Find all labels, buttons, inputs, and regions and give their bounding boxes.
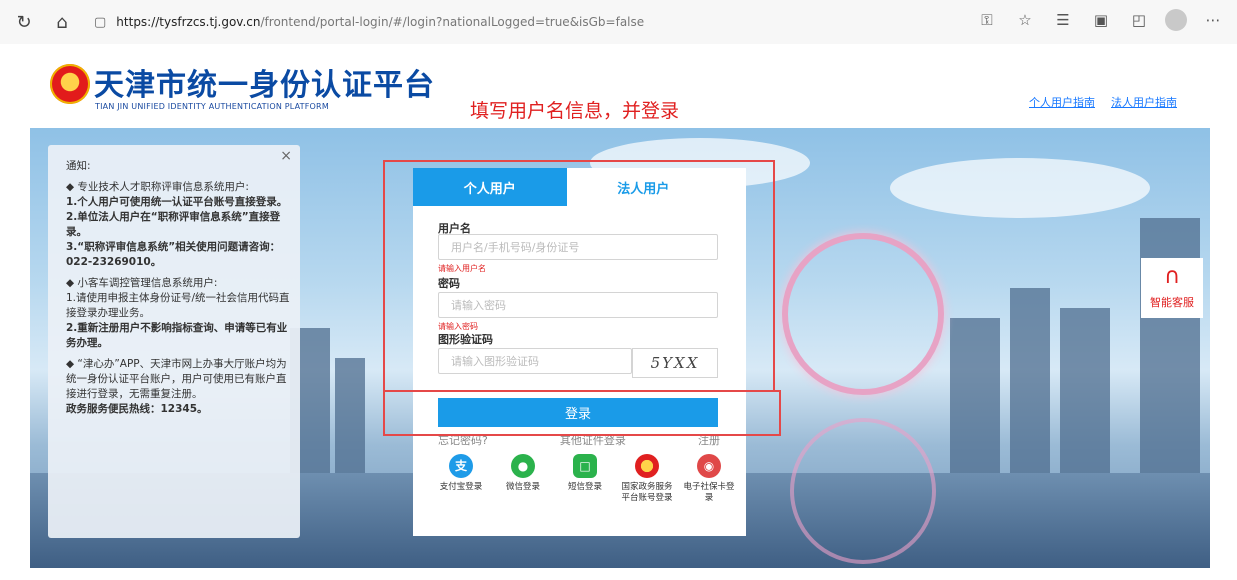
notice-section2-title: ◆ 小客车调控管理信息系统用户: [66, 277, 218, 289]
favorites-icon[interactable]: ☰ [1051, 8, 1075, 32]
browser-toolbar: ↻ ⌂ ▢ https://tysfrzcs.tj.gov.cn/fronten… [0, 0, 1237, 45]
address-bar[interactable]: ▢ https://tysfrzcs.tj.gov.cn/frontend/po… [94, 8, 644, 36]
home-icon[interactable]: ⌂ [48, 8, 76, 36]
notice-section1-title: ◆ 专业技术人才职称评审信息系统用户: [66, 181, 249, 193]
notice-text: ◆ “津心办”APP、天津市网上办事大厅账户均为统一身份认证平台账户，用户可使用… [66, 358, 287, 400]
close-icon[interactable]: × [280, 149, 292, 164]
alipay-icon: 支 [449, 454, 473, 478]
more-icon[interactable]: ⋯ [1201, 8, 1225, 32]
notice-text: 2.重新注册用户不影响指标查询、申请等已有业务办理。 [66, 322, 288, 349]
national-platform-login-button[interactable]: 国家政务服务平台账号登录 [621, 454, 673, 504]
wechat-login-label: 微信登录 [505, 482, 540, 492]
legal-user-guide-link[interactable]: 法人用户指南 [1111, 94, 1177, 110]
notice-text: 1.个人用户可使用统一认证平台账号直接登录。 [66, 196, 288, 208]
smart-service-widget[interactable]: ∩ 智能客服 [1141, 258, 1203, 318]
building [1060, 308, 1110, 478]
refresh-icon[interactable]: ↻ [10, 8, 38, 36]
national-emblem-logo [50, 64, 90, 104]
alipay-login-label: 支付宝登录 [439, 482, 483, 492]
instruction-annotation: 填写用户名信息，并登录 [470, 100, 680, 122]
wechat-icon: ● [511, 454, 535, 478]
social-security-login-button[interactable]: ◉ 电子社保卡登录 [683, 454, 735, 504]
site-title: 天津市统一身份认证平台 [94, 68, 435, 103]
ferris-wheel-reflection [790, 418, 936, 564]
annotation-box-form [383, 160, 775, 392]
building [335, 358, 365, 478]
site-header: 天津市统一身份认证平台 TIAN JIN UNIFIED IDENTITY AU… [0, 44, 1237, 128]
favorite-add-icon[interactable]: ☆ [1013, 8, 1037, 32]
notice-text: 1.请使用申报主体身份证号/统一社会信用代码直接登录办理业务。 [66, 292, 290, 319]
sms-login-label: 短信登录 [567, 482, 602, 492]
smart-service-label: 智能客服 [1150, 296, 1194, 309]
national-platform-login-label: 国家政务服务平台账号登录 [621, 482, 673, 503]
collections-icon[interactable]: ▣ [1089, 8, 1113, 32]
sms-login-button[interactable]: □ 短信登录 [559, 454, 611, 504]
sms-icon: □ [573, 454, 597, 478]
hotline-text: 政务服务便民热线：12345。 [66, 403, 208, 415]
key-icon[interactable]: ⚿ [975, 8, 999, 32]
site-subtitle: TIAN JIN UNIFIED IDENTITY AUTHENTICATION… [95, 102, 329, 111]
extensions-icon[interactable]: ◰ [1127, 8, 1151, 32]
social-security-card-icon: ◉ [697, 454, 721, 478]
notice-text: 3.“职称评审信息系统”相关使用问题请咨询：022-23269010。 [66, 241, 281, 268]
cloud [890, 158, 1150, 218]
national-emblem-icon [635, 454, 659, 478]
profile-icon[interactable] [1165, 9, 1187, 31]
building [1140, 218, 1200, 478]
alipay-login-button[interactable]: 支 支付宝登录 [435, 454, 487, 504]
notice-panel: × 通知: ◆ 专业技术人才职称评审信息系统用户: 1.个人用户可使用统一认证平… [48, 145, 300, 538]
wechat-login-button[interactable]: ● 微信登录 [497, 454, 549, 504]
personal-user-guide-link[interactable]: 个人用户指南 [1029, 94, 1095, 110]
browser-actions: ⚿ ☆ ☰ ▣ ◰ ⋯ [961, 8, 1225, 32]
annotation-box-login [383, 390, 781, 436]
third-party-login: 支 支付宝登录 ● 微信登录 □ 短信登录 国家政务服务平台账号登录 ◉ 电子社… [435, 454, 735, 504]
guide-links: 个人用户指南 法人用户指南 [1029, 94, 1177, 110]
notice-text: 2.单位法人用户在“职称评审信息系统”直接登录。 [66, 211, 281, 238]
ferris-wheel [782, 233, 944, 395]
lock-icon[interactable]: ▢ [94, 15, 106, 30]
notice-heading: 通知: [66, 160, 91, 172]
building [950, 318, 1000, 478]
building [1010, 288, 1050, 478]
headset-icon: ∩ [1163, 264, 1181, 289]
social-security-login-label: 电子社保卡登录 [683, 482, 735, 503]
url-text[interactable]: https://tysfrzcs.tj.gov.cn/frontend/port… [116, 15, 644, 29]
